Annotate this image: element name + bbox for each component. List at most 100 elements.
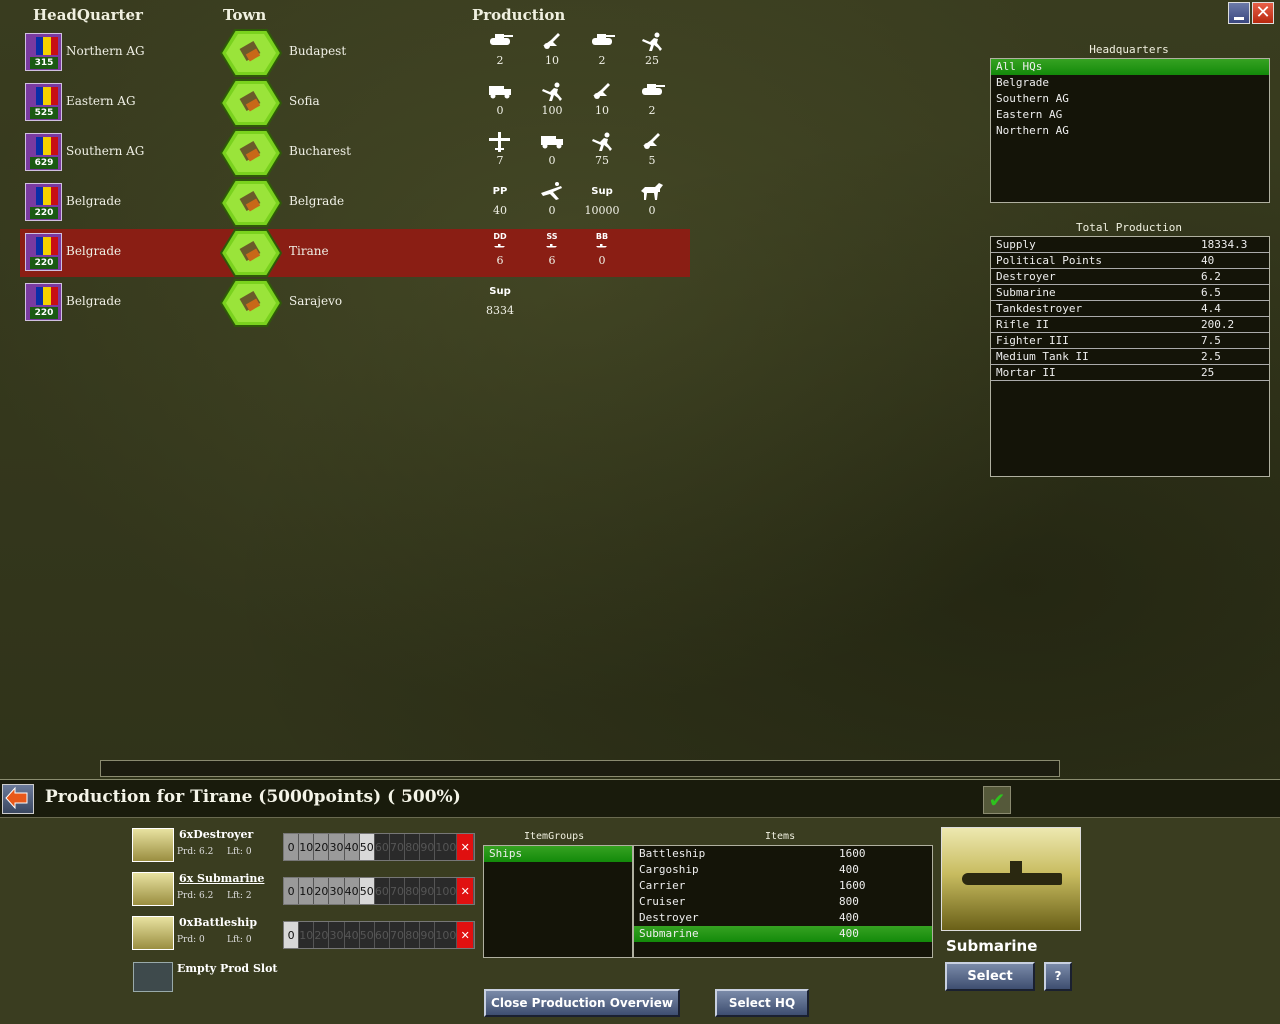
hq-row[interactable]: 220 Belgrade Sarajevo Sup 8334 — [20, 279, 690, 327]
production-slot[interactable]: Empty Prod Slot — [130, 958, 280, 998]
production-slot[interactable]: 6x Submarine Prd: 6.2 Lft: 2 — [130, 870, 280, 910]
item-name: Submarine — [639, 927, 699, 940]
percent-step[interactable]: 30 — [329, 834, 345, 860]
total-production-name: Destroyer — [996, 270, 1056, 283]
percent-step[interactable]: 30 — [329, 922, 345, 948]
percent-step[interactable]: 50 — [359, 834, 375, 860]
help-button[interactable]: ? — [1044, 962, 1072, 991]
production-item: 5 — [632, 131, 672, 167]
production-slot[interactable]: 0xBattleship Prd: 0 Lft: 0 — [130, 914, 280, 954]
percent-step[interactable]: 10 — [299, 878, 315, 904]
items-title: Items — [765, 831, 796, 842]
town-hex-icon — [220, 29, 282, 77]
hq-strength-badge: 220 — [30, 207, 58, 219]
total-production-title: Total Production — [1076, 221, 1182, 234]
slot-thumbnail[interactable] — [132, 916, 174, 950]
headquarters-list-item[interactable]: Southern AG — [991, 91, 1269, 107]
item-row[interactable]: Destroyer 400 — [634, 910, 932, 926]
percent-step[interactable]: 50 — [359, 878, 375, 904]
percent-step[interactable]: 0 — [284, 834, 300, 860]
tank-icon — [642, 84, 665, 95]
percent-step[interactable]: 20 — [314, 834, 330, 860]
percent-step[interactable]: 20 — [314, 878, 330, 904]
total-production-name: Rifle II — [996, 318, 1049, 331]
percent-step[interactable]: 80 — [405, 922, 421, 948]
item-row[interactable]: Submarine 400 — [634, 926, 932, 942]
item-row[interactable]: Carrier 1600 — [634, 878, 932, 894]
items-list[interactable]: Battleship 1600 Cargoship 400 Carrier 1600 Cru… — [633, 845, 933, 958]
slot-production: Prd: 0 — [177, 935, 205, 945]
back-button[interactable] — [2, 784, 34, 814]
headquarters-list-item[interactable]: Eastern AG — [991, 107, 1269, 123]
production-item: 75 — [582, 131, 622, 167]
town-hex-icon — [220, 279, 282, 327]
confirm-button[interactable]: ✔ — [983, 786, 1011, 814]
headquarters-list-item[interactable]: All HQs — [991, 59, 1269, 75]
remove-slot-button[interactable]: ✕ — [457, 878, 474, 904]
hq-row[interactable]: 220 Belgrade Tirane DD 6 SS 6 BB 0 — [20, 229, 690, 277]
percent-step[interactable]: 40 — [344, 834, 360, 860]
percent-step[interactable]: 40 — [344, 922, 360, 948]
percent-step[interactable]: 40 — [344, 878, 360, 904]
percent-step[interactable]: 90 — [420, 834, 436, 860]
total-production-row: Destroyer 6.2 — [991, 269, 1269, 285]
percent-step[interactable]: 60 — [374, 922, 390, 948]
window-close-button[interactable]: ✕ — [1252, 2, 1274, 24]
percent-step[interactable]: 70 — [389, 878, 406, 904]
production-item: PP 40 — [480, 181, 520, 217]
select-hq-button[interactable]: Select HQ — [715, 989, 809, 1017]
headquarters-list-item[interactable]: Northern AG — [991, 123, 1269, 139]
percent-step[interactable]: 60 — [374, 834, 390, 860]
item-row[interactable]: Cargoship 400 — [634, 862, 932, 878]
production-slot[interactable]: 6xDestroyer Prd: 6.2 Lft: 0 — [130, 826, 280, 866]
production-percent-bar[interactable]: 0 10 20 30 40 50 60 70 80 90 100 ✕ — [283, 833, 475, 861]
hq-row[interactable]: 220 Belgrade Belgrade PP 40 0 Sup 10000 0 — [20, 179, 690, 227]
slot-thumbnail[interactable] — [133, 962, 173, 992]
slot-thumbnail[interactable] — [132, 872, 174, 906]
percent-step[interactable]: 60 — [374, 878, 390, 904]
remove-slot-button[interactable]: ✕ — [457, 834, 474, 860]
headquarters-list-item[interactable]: Belgrade — [991, 75, 1269, 91]
item-row[interactable]: Battleship 1600 — [634, 846, 932, 862]
total-production-value: 200.2 — [1201, 318, 1235, 331]
ship-icon — [494, 244, 505, 248]
production-item-value: 0 — [496, 104, 504, 117]
production-percent-bar[interactable]: 0 10 20 30 40 50 60 70 80 90 100 ✕ — [283, 921, 475, 949]
percent-step[interactable]: 90 — [420, 922, 436, 948]
percent-step[interactable]: 30 — [329, 878, 345, 904]
percent-step[interactable]: 10 — [299, 834, 315, 860]
headquarters-list[interactable]: All HQs Belgrade Southern AG Eastern AG Nort… — [990, 58, 1270, 203]
production-percent-bar[interactable]: 0 10 20 30 40 50 60 70 80 90 100 ✕ — [283, 877, 475, 905]
total-production-name: Submarine — [996, 286, 1056, 299]
percent-step[interactable]: 100 — [435, 834, 458, 860]
percent-step[interactable]: 90 — [420, 878, 436, 904]
percent-step[interactable]: 50 — [359, 922, 375, 948]
remove-slot-button[interactable]: ✕ — [457, 922, 474, 948]
percent-step[interactable]: 80 — [405, 878, 421, 904]
artillery-icon — [543, 33, 560, 49]
percent-step[interactable]: 70 — [389, 834, 406, 860]
percent-step[interactable]: 100 — [435, 878, 458, 904]
minimize-button[interactable] — [1228, 2, 1250, 24]
hq-row[interactable]: 315 Northern AG Budapest 2 10 2 25 — [20, 29, 690, 77]
production-item-value: 5 — [648, 154, 656, 167]
slot-thumbnail[interactable] — [132, 828, 174, 862]
percent-step[interactable]: 100 — [435, 922, 458, 948]
select-unit-button[interactable]: Select — [945, 962, 1035, 991]
percent-step[interactable]: 0 — [284, 922, 300, 948]
total-production-list: Supply 18334.3 Political Points 40 Destroyer… — [990, 236, 1270, 477]
item-groups-list[interactable]: Ships — [483, 845, 633, 958]
percent-step[interactable]: 20 — [314, 922, 330, 948]
back-arrow-icon — [5, 786, 28, 810]
percent-step[interactable]: 70 — [389, 922, 406, 948]
percent-step[interactable]: 80 — [405, 834, 421, 860]
hq-row[interactable]: 525 Eastern AG Sofia 0 100 10 2 — [20, 79, 690, 127]
percent-step[interactable]: 10 — [299, 922, 315, 948]
item-group[interactable]: Ships — [484, 846, 632, 862]
hq-name: Belgrade — [66, 194, 122, 208]
item-row[interactable]: Cruiser 800 — [634, 894, 932, 910]
close-production-overview-button[interactable]: Close Production Overview — [484, 989, 680, 1017]
hq-row[interactable]: 629 Southern AG Bucharest 7 0 75 5 — [20, 129, 690, 177]
hq-flag-icon: 525 — [25, 83, 62, 121]
percent-step[interactable]: 0 — [284, 878, 300, 904]
